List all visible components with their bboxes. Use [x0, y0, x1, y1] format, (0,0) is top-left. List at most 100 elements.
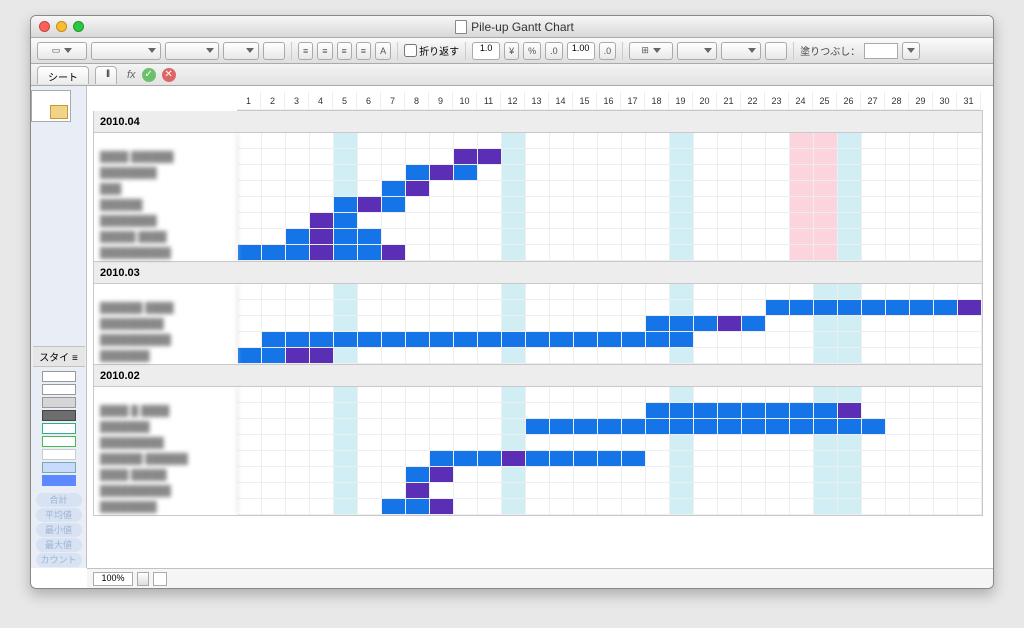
day-cell[interactable] [478, 387, 502, 403]
day-cell[interactable] [262, 451, 286, 467]
style-swatch[interactable] [42, 436, 76, 447]
linestyle-menu[interactable] [677, 42, 717, 60]
day-cell[interactable] [766, 284, 790, 300]
day-cell[interactable] [622, 284, 646, 300]
day-cell[interactable] [934, 387, 958, 403]
day-cell[interactable] [694, 419, 718, 435]
day-cell[interactable] [766, 499, 790, 515]
day-cell[interactable] [766, 133, 790, 149]
day-cell[interactable] [790, 499, 814, 515]
day-cell[interactable] [334, 451, 358, 467]
day-cell[interactable] [646, 300, 670, 316]
day-cell[interactable] [670, 435, 694, 451]
day-cell[interactable] [814, 435, 838, 451]
day-cell[interactable] [814, 387, 838, 403]
day-cell[interactable] [790, 467, 814, 483]
day-cell[interactable] [886, 332, 910, 348]
day-cell[interactable] [358, 229, 382, 245]
day-cell[interactable] [694, 348, 718, 364]
day-cell[interactable] [790, 451, 814, 467]
style-swatch[interactable] [42, 449, 76, 460]
day-cell[interactable] [310, 403, 334, 419]
day-cell[interactable] [694, 332, 718, 348]
day-cell[interactable] [430, 213, 454, 229]
day-cell[interactable] [238, 499, 262, 515]
day-cell[interactable] [574, 332, 598, 348]
day-cell[interactable] [454, 133, 478, 149]
day-cell[interactable] [862, 483, 886, 499]
day-cell[interactable] [838, 419, 862, 435]
day-cell[interactable] [550, 483, 574, 499]
fontsize-input[interactable]: 1.0 [472, 42, 500, 60]
day-cell[interactable] [502, 499, 526, 515]
day-cell[interactable] [382, 332, 406, 348]
day-cell[interactable] [550, 387, 574, 403]
day-cell[interactable] [358, 181, 382, 197]
day-cell[interactable] [382, 165, 406, 181]
day-cell[interactable] [646, 451, 670, 467]
day-cell[interactable] [646, 499, 670, 515]
day-cell[interactable] [262, 403, 286, 419]
day-cell[interactable] [430, 332, 454, 348]
style-menu[interactable] [165, 42, 219, 60]
day-cell[interactable] [550, 245, 574, 261]
day-cell[interactable] [550, 316, 574, 332]
day-cell[interactable] [358, 387, 382, 403]
style-swatch[interactable] [42, 371, 76, 382]
day-cell[interactable] [958, 284, 982, 300]
day-cell[interactable] [622, 197, 646, 213]
day-cell[interactable] [238, 387, 262, 403]
day-cell[interactable] [958, 213, 982, 229]
day-cell[interactable] [790, 403, 814, 419]
day-cell[interactable] [358, 483, 382, 499]
day-cell[interactable] [910, 165, 934, 181]
day-cell[interactable] [670, 483, 694, 499]
day-cell[interactable] [406, 149, 430, 165]
day-cell[interactable] [334, 419, 358, 435]
day-cell[interactable] [862, 435, 886, 451]
stat-pill[interactable]: 平均値 [36, 508, 82, 522]
day-cell[interactable] [238, 165, 262, 181]
day-cell[interactable] [454, 467, 478, 483]
day-cell[interactable] [718, 467, 742, 483]
day-cell[interactable] [934, 229, 958, 245]
day-cell[interactable] [286, 483, 310, 499]
day-cell[interactable] [958, 133, 982, 149]
day-cell[interactable] [406, 229, 430, 245]
day-cell[interactable] [502, 133, 526, 149]
day-cell[interactable] [886, 165, 910, 181]
day-cell[interactable] [310, 348, 334, 364]
day-cell[interactable] [886, 284, 910, 300]
day-cell[interactable] [574, 245, 598, 261]
day-cell[interactable] [694, 213, 718, 229]
day-cell[interactable] [526, 387, 550, 403]
day-cell[interactable] [622, 300, 646, 316]
day-cell[interactable] [742, 387, 766, 403]
minimize-icon[interactable] [56, 21, 67, 32]
style-swatch[interactable] [42, 384, 76, 395]
day-cell[interactable] [694, 284, 718, 300]
day-cell[interactable] [598, 149, 622, 165]
day-cell[interactable] [454, 229, 478, 245]
spreadsheet-canvas[interactable]: 1234567891011121314151617181920212223242… [87, 86, 993, 568]
day-cell[interactable] [670, 229, 694, 245]
day-cell[interactable] [670, 332, 694, 348]
day-cell[interactable] [478, 197, 502, 213]
day-cell[interactable] [478, 332, 502, 348]
day-cell[interactable] [718, 483, 742, 499]
day-cell[interactable] [238, 133, 262, 149]
day-cell[interactable] [598, 197, 622, 213]
day-cell[interactable] [910, 229, 934, 245]
day-cell[interactable] [718, 387, 742, 403]
day-cell[interactable] [838, 229, 862, 245]
day-cell[interactable] [718, 300, 742, 316]
day-cell[interactable] [406, 181, 430, 197]
day-cell[interactable] [886, 133, 910, 149]
day-cell[interactable] [406, 213, 430, 229]
day-cell[interactable] [574, 419, 598, 435]
day-cell[interactable] [310, 284, 334, 300]
day-cell[interactable] [742, 229, 766, 245]
day-cell[interactable] [526, 499, 550, 515]
day-cell[interactable] [502, 348, 526, 364]
day-cell[interactable] [718, 284, 742, 300]
